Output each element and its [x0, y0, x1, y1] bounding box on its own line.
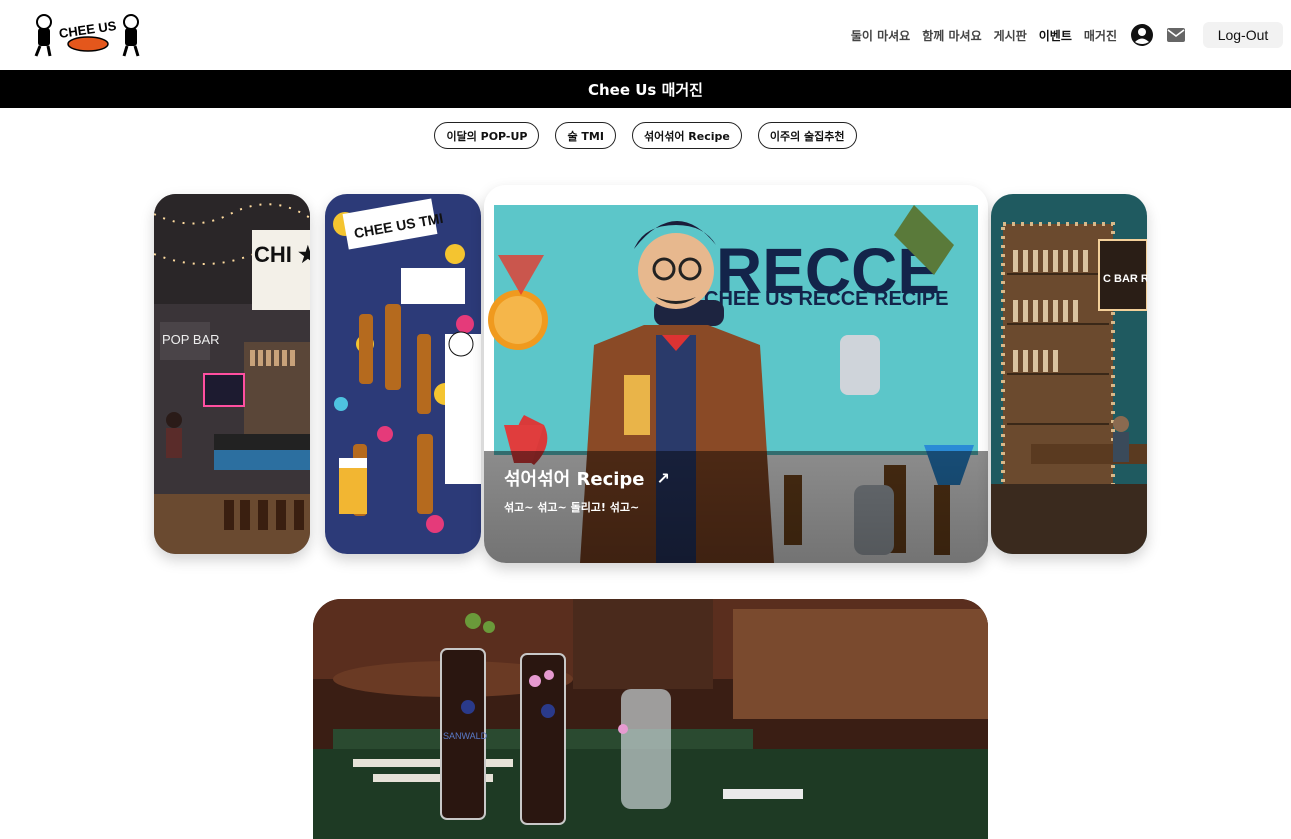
category-chips: 이달의 POP-UP 술 TMI 섞어섞어 Recipe 이주의 술집추천 [0, 122, 1291, 149]
bar-sign-text: C BAR RE [1103, 273, 1147, 285]
chip-monthly-popup[interactable]: 이달의 POP-UP [434, 122, 540, 149]
top-header: CHEE US 둘이 마셔요 함께 마셔요 게시판 이벤트 매거진 Log-Ou… [0, 0, 1291, 70]
magazine-banner: Chee Us 매거진 [0, 70, 1291, 108]
nav-drink-together-two[interactable]: 둘이 마셔요 [851, 27, 910, 44]
bar-illustration-image: C BAR RE [991, 194, 1147, 554]
recipe-card-title: 섞어섞어 Recipe [504, 469, 645, 490]
carousel-card-popup[interactable]: CHI ★ PO POP BAR [154, 194, 310, 554]
pop-bar-sign: POP BAR [162, 332, 220, 347]
account-circle-icon[interactable] [1129, 22, 1155, 48]
carousel-card-bar[interactable]: C BAR RE [991, 194, 1147, 554]
nav-magazine[interactable]: 매거진 [1084, 27, 1117, 44]
carousel-card-tmi[interactable]: CHEE US TMI [325, 194, 481, 554]
arrow-up-right-icon[interactable]: ↗ [657, 469, 670, 488]
glass-print-text: SANWALD [443, 731, 488, 741]
nav-event[interactable]: 이벤트 [1039, 27, 1072, 44]
chip-weekly-bar[interactable]: 이주의 술집추천 [757, 122, 857, 149]
banner-title: Chee Us 매거진 [588, 80, 703, 99]
mail-icon[interactable] [1163, 22, 1189, 48]
nav-board[interactable]: 게시판 [994, 27, 1027, 44]
beer-table-photo: SANWALD [313, 599, 988, 839]
popup-bar-image: CHI ★ PO POP BAR [154, 194, 310, 554]
nav-drink-together-group[interactable]: 함께 마셔요 [922, 27, 981, 44]
featured-bar-photo[interactable]: SANWALD [313, 599, 988, 839]
chee-us-logo[interactable]: CHEE US [30, 10, 146, 60]
logout-button[interactable]: Log-Out [1203, 22, 1283, 48]
chip-mix-recipe[interactable]: 섞어섞어 Recipe [631, 122, 742, 149]
carousel-card-recipe[interactable]: CHEE US RECCE RECIPE RECCE 섞어섞어 Recipe ↗… [484, 185, 988, 563]
main-nav: 둘이 마셔요 함께 마셔요 게시판 이벤트 매거진 Log-Out [851, 20, 1283, 50]
popup-sign-text: CHI ★ PO [254, 242, 310, 267]
tmi-collage-image: CHEE US TMI [325, 194, 481, 554]
recipe-card-subtitle: 섞고~ 섞고~ 돌리고! 섞고~ [504, 501, 640, 514]
chip-alcohol-tmi[interactable]: 술 TMI [555, 122, 616, 149]
recipe-card-overlay: 섞어섞어 Recipe ↗ 섞고~ 섞고~ 돌리고! 섞고~ [484, 451, 988, 563]
